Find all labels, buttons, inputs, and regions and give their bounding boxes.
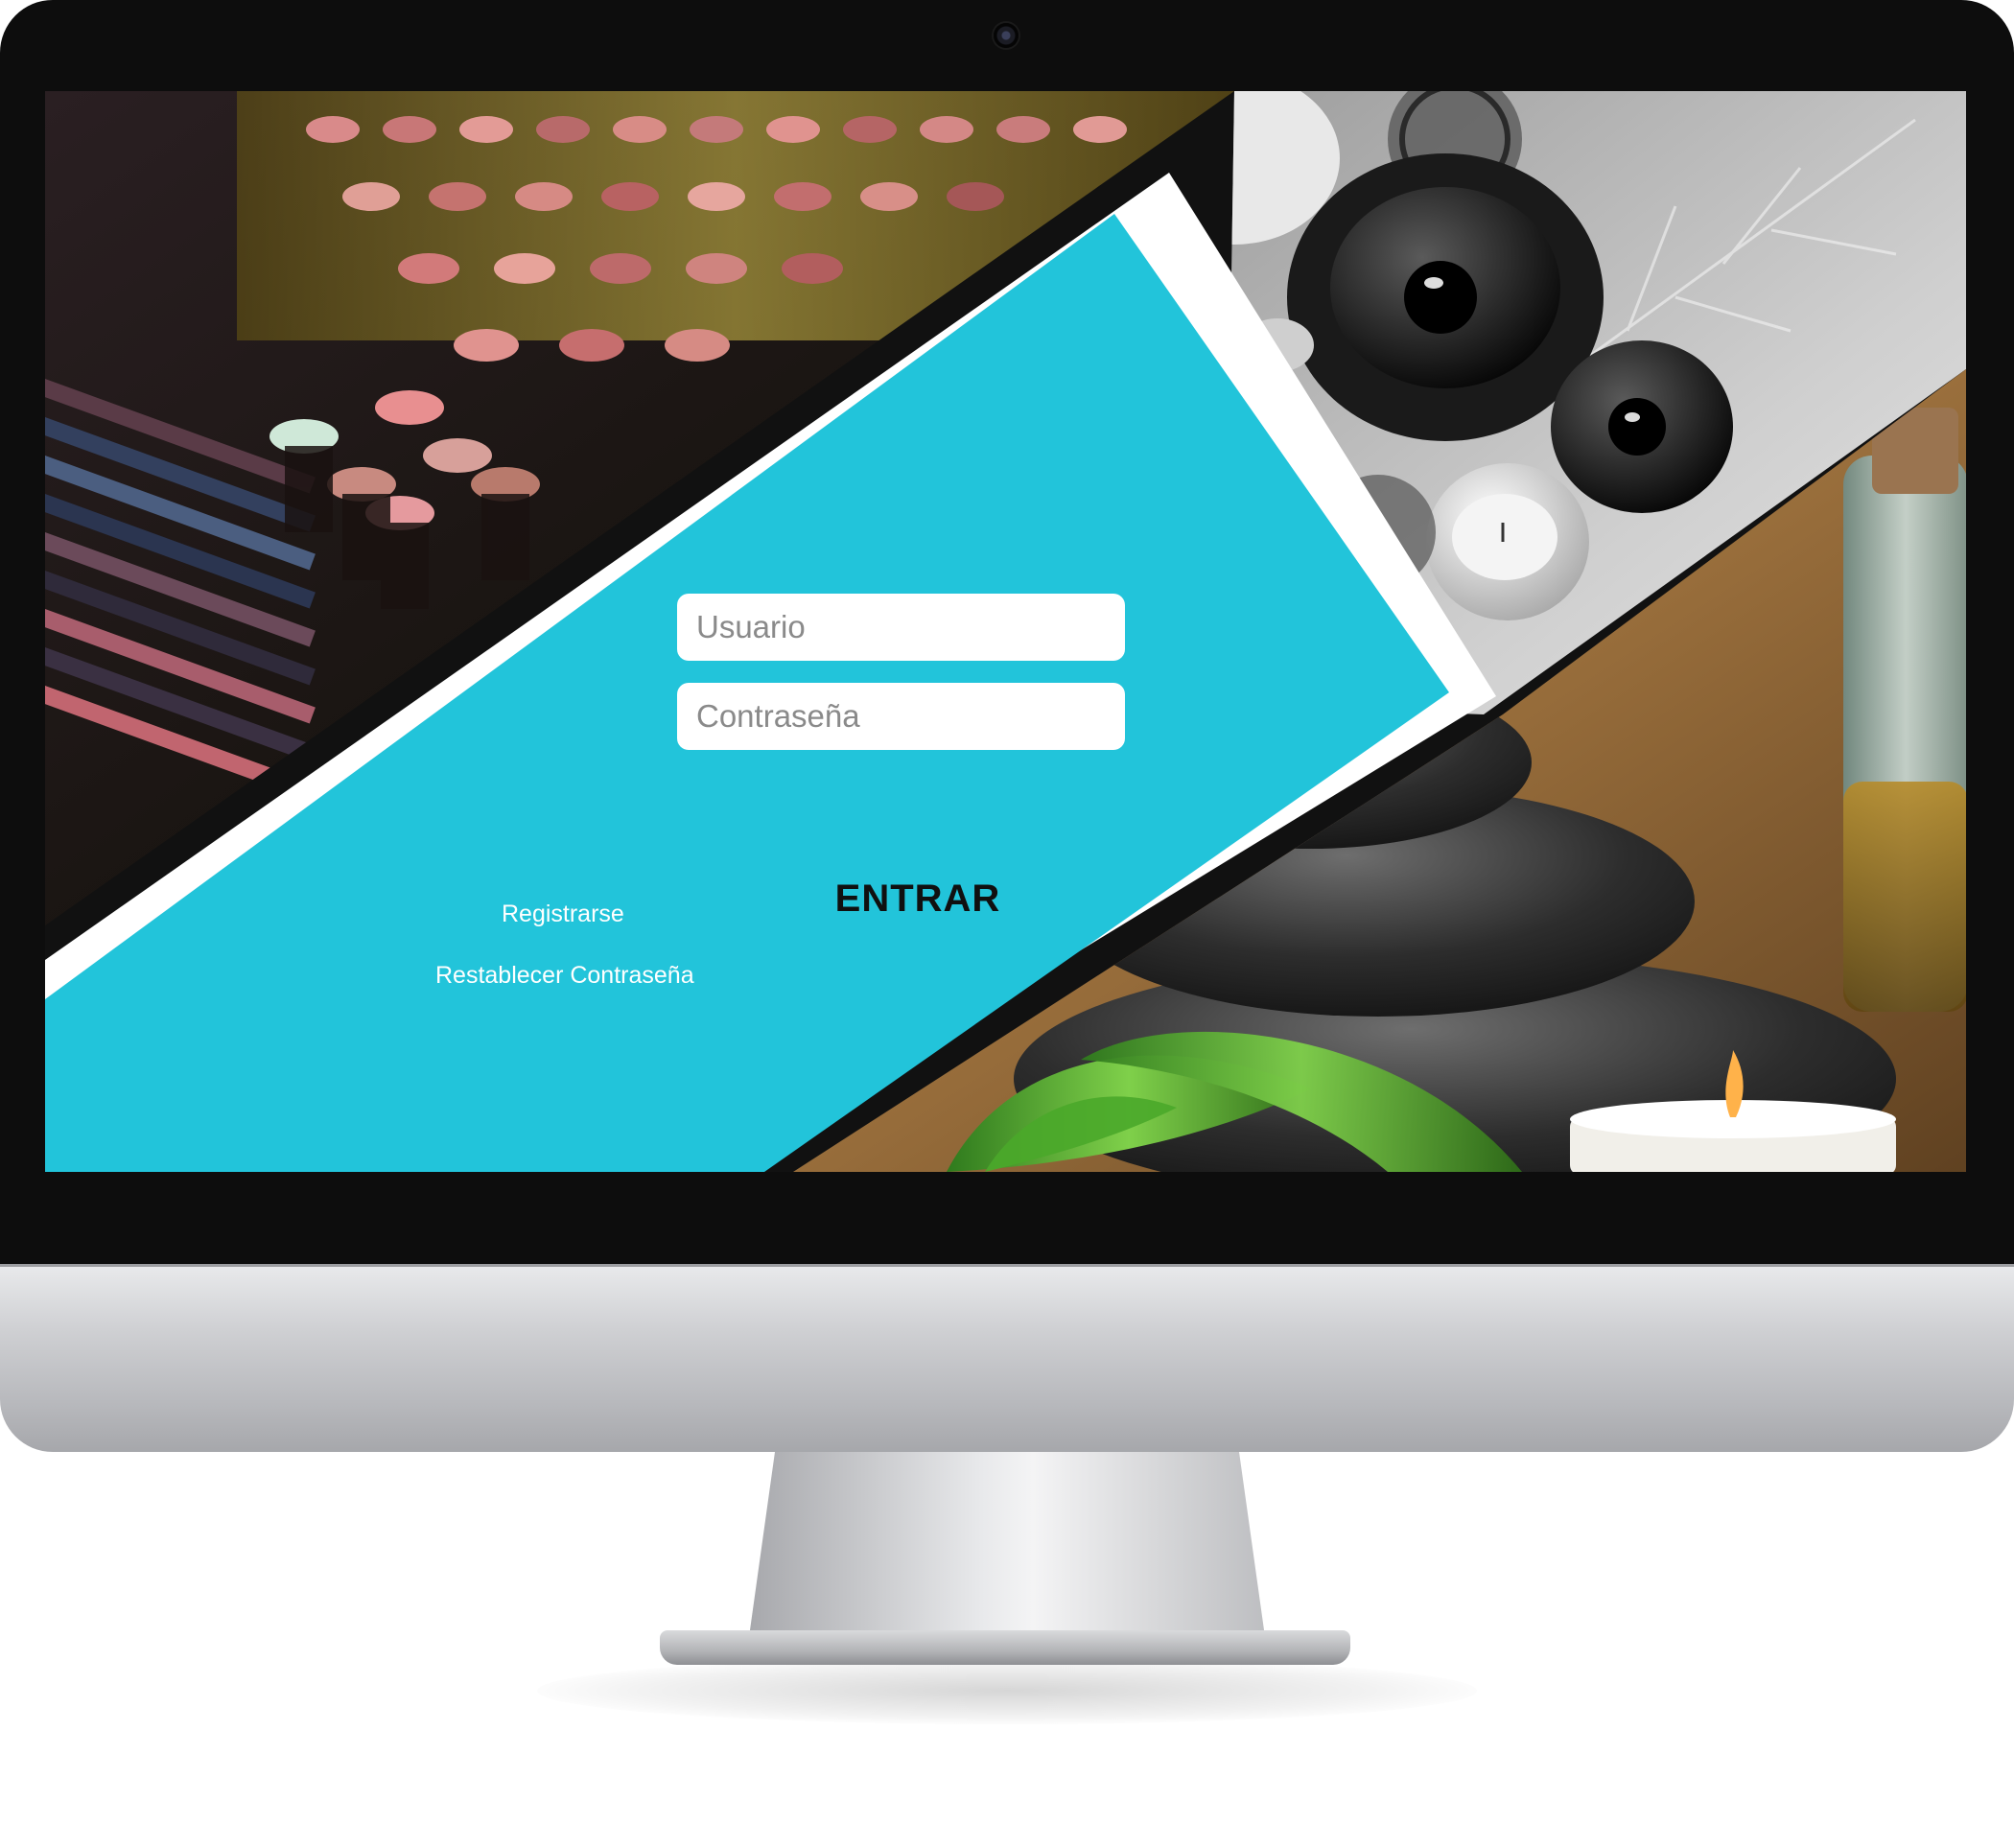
monitor-chin [0, 1264, 2014, 1452]
monitor-stand-neck [748, 1452, 1266, 1644]
login-button[interactable]: ENTRAR [822, 870, 1014, 927]
password-input[interactable] [677, 683, 1125, 750]
desk-shadow [537, 1657, 1477, 1724]
login-screen: ENTRAR Registrarse Restablecer Contraseñ… [45, 91, 1966, 1172]
register-link[interactable]: Registrarse [502, 901, 624, 928]
webcam-icon [994, 23, 1019, 48]
reset-password-link[interactable]: Restablecer Contraseña [435, 962, 694, 990]
username-input[interactable] [677, 594, 1125, 661]
monitor-chin-edge [0, 1264, 2014, 1267]
monitor-stand-base [660, 1630, 1350, 1665]
stage: ENTRAR Registrarse Restablecer Contraseñ… [0, 0, 2014, 1848]
